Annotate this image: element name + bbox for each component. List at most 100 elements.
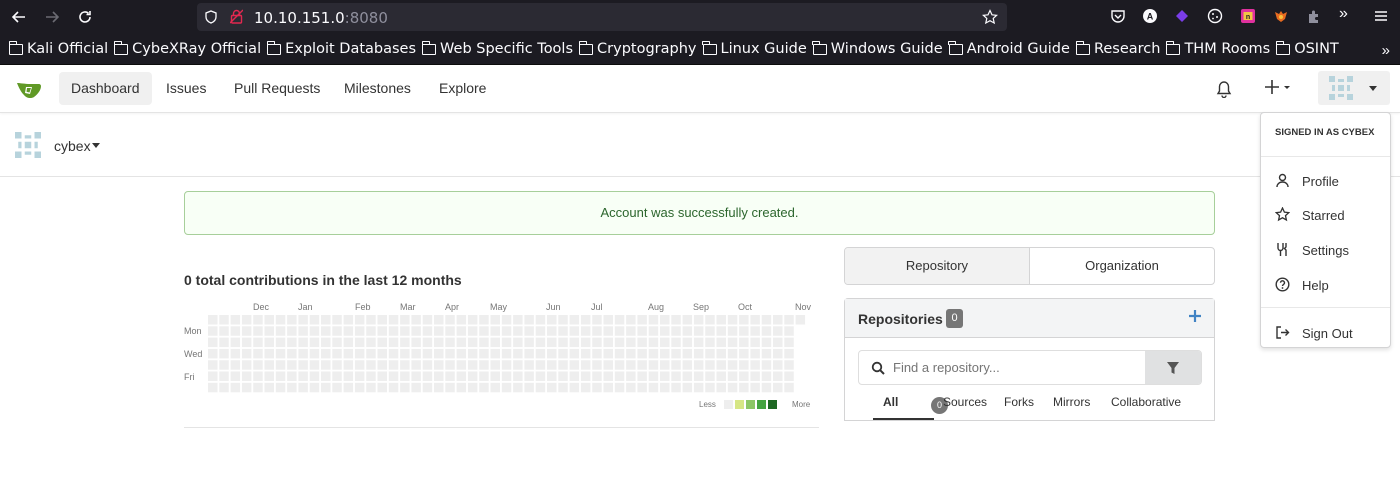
heatmap-cell[interactable]: [637, 371, 647, 382]
heatmap-cell[interactable]: [241, 337, 252, 348]
heatmap-cell[interactable]: [411, 315, 421, 325]
heatmap-cell[interactable]: [264, 326, 275, 336]
heatmap-cell[interactable]: [309, 326, 320, 336]
heatmap-cell[interactable]: [716, 371, 727, 382]
heatmap-cell[interactable]: [524, 315, 534, 325]
heatmap-cell[interactable]: [524, 371, 534, 382]
heatmap-cell[interactable]: [727, 337, 738, 348]
heatmap-cell[interactable]: [332, 337, 342, 348]
nav-issues[interactable]: Issues: [154, 72, 218, 105]
heatmap-cell[interactable]: [388, 315, 399, 325]
heatmap-cell[interactable]: [648, 348, 659, 359]
heatmap-cell[interactable]: [739, 371, 749, 382]
heatmap-cell[interactable]: [637, 382, 647, 393]
heatmap-cell[interactable]: [558, 382, 568, 393]
heatmap-cell[interactable]: [614, 326, 625, 336]
heatmap-cell[interactable]: [377, 337, 388, 348]
heatmap-cell[interactable]: [773, 348, 783, 359]
heatmap-cell[interactable]: [603, 382, 614, 393]
heatmap-cell[interactable]: [716, 360, 727, 370]
heatmap-cell[interactable]: [682, 315, 693, 325]
repo-search-input[interactable]: [893, 360, 1133, 375]
bookmark-cryptography[interactable]: Cryptography: [578, 40, 697, 57]
heatmap-cell[interactable]: [219, 382, 229, 393]
heatmap-cell[interactable]: [580, 382, 591, 393]
heatmap-cell[interactable]: [580, 315, 591, 325]
heatmap-cell[interactable]: [603, 360, 614, 370]
heatmap-cell[interactable]: [343, 348, 354, 359]
nav-pull-requests[interactable]: Pull Requests: [222, 72, 332, 105]
heatmap-cell[interactable]: [513, 337, 523, 348]
heatmap-cell[interactable]: [321, 337, 331, 348]
heatmap-cell[interactable]: [354, 371, 365, 382]
heatmap-cell[interactable]: [241, 326, 252, 336]
heatmap-cell[interactable]: [784, 382, 794, 393]
heatmap-cell[interactable]: [321, 371, 331, 382]
heatmap-cell[interactable]: [366, 315, 376, 325]
heatmap-cell[interactable]: [761, 348, 772, 359]
heatmap-cell[interactable]: [467, 337, 478, 348]
heatmap-cell[interactable]: [547, 315, 557, 325]
filter-collaborative[interactable]: Collaborative: [1111, 395, 1181, 409]
heatmap-cell[interactable]: [558, 315, 568, 325]
heatmap-cell[interactable]: [411, 348, 421, 359]
heatmap-cell[interactable]: [558, 360, 568, 370]
heatmap-cell[interactable]: [614, 348, 625, 359]
heatmap-cell[interactable]: [693, 360, 704, 370]
heatmap-cell[interactable]: [332, 371, 342, 382]
heatmap-cell[interactable]: [298, 315, 308, 325]
heatmap-cell[interactable]: [422, 348, 433, 359]
heatmap-cell[interactable]: [795, 315, 806, 325]
heatmap-cell[interactable]: [479, 315, 489, 325]
heatmap-cell[interactable]: [208, 326, 218, 336]
heatmap-cell[interactable]: [400, 326, 410, 336]
heatmap-cell[interactable]: [253, 337, 263, 348]
heatmap-cell[interactable]: [603, 348, 614, 359]
heatmap-cell[interactable]: [445, 315, 455, 325]
heatmap-cell[interactable]: [750, 382, 760, 393]
heatmap-cell[interactable]: [761, 360, 772, 370]
heatmap-cell[interactable]: [434, 371, 444, 382]
heatmap-cell[interactable]: [456, 360, 467, 370]
heatmap-cell[interactable]: [626, 315, 636, 325]
heatmap-cell[interactable]: [739, 326, 749, 336]
heatmap-cell[interactable]: [343, 326, 354, 336]
heatmap-cell[interactable]: [230, 326, 241, 336]
heatmap-cell[interactable]: [456, 348, 467, 359]
heatmap-cell[interactable]: [467, 315, 478, 325]
heatmap-cell[interactable]: [230, 348, 241, 359]
heatmap-cell[interactable]: [422, 382, 433, 393]
heatmap-cell[interactable]: [569, 360, 580, 370]
heatmap-cell[interactable]: [535, 315, 546, 325]
foxyproxy-icon[interactable]: [1273, 8, 1289, 24]
heatmap-cell[interactable]: [309, 360, 320, 370]
heatmap-cell[interactable]: [535, 348, 546, 359]
heatmap-cell[interactable]: [490, 348, 501, 359]
heatmap-cell[interactable]: [592, 360, 602, 370]
heatmap-cell[interactable]: [208, 371, 218, 382]
heatmap-cell[interactable]: [287, 348, 297, 359]
menu-item-settings[interactable]: Settings: [1261, 233, 1392, 267]
heatmap-cell[interactable]: [739, 337, 749, 348]
heatmap-cell[interactable]: [298, 382, 308, 393]
heatmap-cell[interactable]: [524, 348, 534, 359]
heatmap-cell[interactable]: [716, 337, 727, 348]
heatmap-cell[interactable]: [332, 382, 342, 393]
heatmap-cell[interactable]: [535, 360, 546, 370]
heatmap-cell[interactable]: [253, 326, 263, 336]
heatmap-cell[interactable]: [445, 348, 455, 359]
heatmap-cell[interactable]: [434, 315, 444, 325]
nav-explore[interactable]: Explore: [427, 72, 498, 105]
bookmark-windows-guide[interactable]: Windows Guide: [812, 40, 943, 57]
heatmap-cell[interactable]: [287, 371, 297, 382]
heatmap-cell[interactable]: [321, 348, 331, 359]
heatmap-cell[interactable]: [377, 348, 388, 359]
heatmap-cell[interactable]: [761, 315, 772, 325]
heatmap-cell[interactable]: [343, 360, 354, 370]
heatmap-cell[interactable]: [513, 371, 523, 382]
heatmap-cell[interactable]: [513, 315, 523, 325]
heatmap-cell[interactable]: [287, 326, 297, 336]
heatmap-cell[interactable]: [388, 326, 399, 336]
heatmap-cell[interactable]: [411, 360, 421, 370]
heatmap-cell[interactable]: [592, 326, 602, 336]
